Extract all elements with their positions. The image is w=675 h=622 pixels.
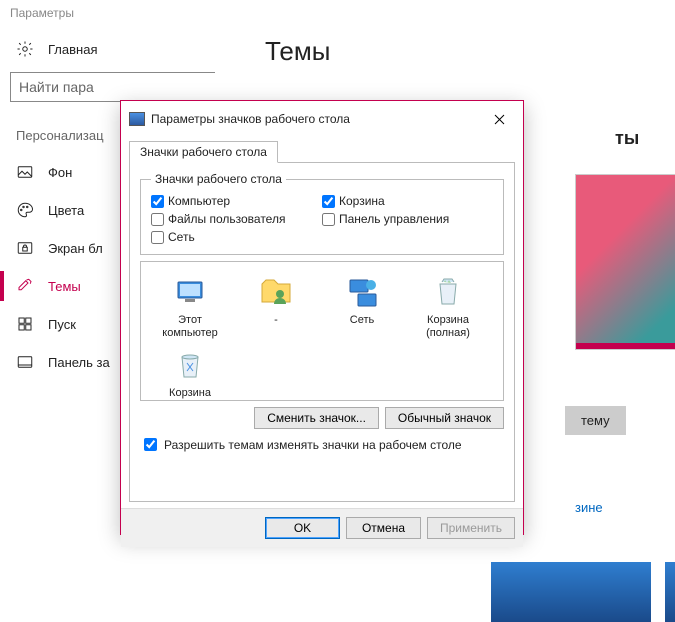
dialog-body: Значки рабочего стола Значки рабочего ст… [121,137,523,508]
allow-themes-checkbox[interactable]: Разрешить темам изменять значки на рабоч… [140,435,504,454]
checkbox-input[interactable] [151,195,164,208]
image-icon [16,163,34,181]
sidebar-item-label: Цвета [48,203,84,218]
theme-thumb[interactable] [665,562,675,622]
page-title: Темы [265,36,655,67]
dialog-footer: OK Отмена Применить [121,508,523,547]
theme-heading-partial: ты [615,128,639,149]
dialog-title: Параметры значков рабочего стола [151,112,350,126]
icon-recycle-full[interactable]: Корзина (полная) [405,270,491,343]
icon-grid: Этот компьютер - Сеть [147,270,497,401]
tab-strip: Значки рабочего стола [129,140,515,163]
checkbox-label: Сеть [168,230,195,244]
sidebar-item-label: Экран бл [48,241,103,256]
default-icon-button[interactable]: Обычный значок [385,407,504,429]
theme-selection-indicator [576,343,675,349]
cancel-button[interactable]: Отмена [346,517,421,539]
store-link-partial[interactable]: зине [575,500,603,515]
checkbox-input[interactable] [151,213,164,226]
icon-buttons-row: Сменить значок... Обычный значок [140,407,504,429]
tab-desktop-icons[interactable]: Значки рабочего стола [129,141,278,163]
save-theme-button-partial[interactable]: тему [565,406,626,435]
theme-thumbnails [491,562,675,622]
lockscreen-icon [16,239,34,257]
tab-content: Значки рабочего стола Компьютер Корзина … [129,162,515,502]
icon-recycle-empty[interactable]: Корзина (пустая) [147,343,233,401]
allow-themes-label: Разрешить темам изменять значки на рабоч… [164,438,462,452]
desktop-icons-dialog: Параметры значков рабочего стола Значки … [120,100,524,535]
icon-preview-list: Этот компьютер - Сеть [140,261,504,401]
theme-thumb[interactable] [491,562,651,622]
sidebar-item-label: Пуск [48,317,76,332]
checkbox-input[interactable] [144,438,157,451]
icon-label: Этот компьютер [149,314,231,339]
recycle-bin-full-icon [430,274,466,310]
ok-button[interactable]: OK [265,517,340,539]
themes-icon [16,277,34,295]
user-folder-icon [258,274,294,310]
icon-label: Сеть [350,314,374,327]
checkbox-control-panel[interactable]: Панель управления [322,210,493,228]
group-legend: Значки рабочего стола [151,172,286,186]
icon-network[interactable]: Сеть [319,270,405,343]
sidebar-home[interactable]: Главная [10,32,225,66]
checkbox-label: Компьютер [168,194,230,208]
pc-icon [172,274,208,310]
recycle-bin-empty-icon [172,347,208,383]
start-icon [16,315,34,333]
app-title: Параметры [0,0,675,22]
checkbox-input[interactable] [151,231,164,244]
icon-label: - [274,314,278,327]
icon-label: Корзина (пустая) [149,387,231,401]
gear-icon [16,40,34,58]
close-button[interactable] [479,107,519,131]
taskbar-icon [16,353,34,371]
palette-icon [16,201,34,219]
dialog-titlebar[interactable]: Параметры значков рабочего стола [121,101,523,137]
checkbox-recycle-bin[interactable]: Корзина [322,192,493,210]
apply-button[interactable]: Применить [427,517,515,539]
close-icon [494,114,505,125]
checkbox-computer[interactable]: Компьютер [151,192,322,210]
sidebar-item-label: Темы [48,279,81,294]
network-icon [344,274,380,310]
checkbox-input[interactable] [322,195,335,208]
sidebar-item-label: Фон [48,165,72,180]
theme-preview[interactable] [575,174,675,350]
checkbox-grid: Компьютер Корзина Файлы пользователя Пан… [151,192,493,246]
checkbox-label: Файлы пользователя [168,212,285,226]
checkbox-input[interactable] [322,213,335,226]
change-icon-button[interactable]: Сменить значок... [254,407,379,429]
dialog-icon [129,112,145,126]
sidebar-item-label: Панель за [48,355,110,370]
icon-this-pc[interactable]: Этот компьютер [147,270,233,343]
icon-label: Корзина (полная) [407,314,489,339]
search-input[interactable]: Найти пара [10,72,215,102]
desktop-icons-group: Значки рабочего стола Компьютер Корзина … [140,172,504,255]
checkbox-network[interactable]: Сеть [151,228,322,246]
icon-user-files[interactable]: - [233,270,319,343]
checkbox-user-files[interactable]: Файлы пользователя [151,210,322,228]
checkbox-label: Корзина [339,194,385,208]
sidebar-home-label: Главная [48,42,97,57]
checkbox-label: Панель управления [339,212,449,226]
